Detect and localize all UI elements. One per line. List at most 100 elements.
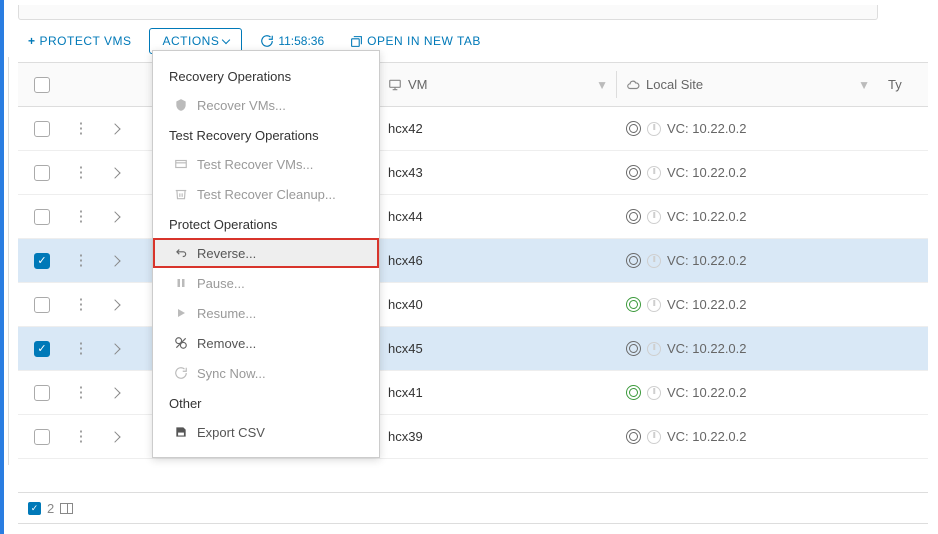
menu-item-remove-label: Remove... xyxy=(197,336,256,351)
power-icon xyxy=(647,166,661,180)
status-icon xyxy=(626,341,641,356)
plus-icon xyxy=(28,34,36,48)
table-footer: ✓ 2 xyxy=(18,492,928,524)
status-icon xyxy=(626,429,641,444)
actions-label: ACTIONS xyxy=(162,34,219,48)
row-checkbox[interactable] xyxy=(34,165,50,181)
power-icon xyxy=(647,254,661,268)
row-checkbox[interactable] xyxy=(34,385,50,401)
menu-item-recover-vms: Recover VMs... xyxy=(153,90,379,120)
menu-item-sync-now-label: Sync Now... xyxy=(197,366,266,381)
vm-name: hcx44 xyxy=(388,209,423,224)
filter-icon[interactable]: ▼ xyxy=(858,78,870,92)
sync-icon xyxy=(173,365,189,381)
menu-section-protect: Protect Operations xyxy=(153,209,379,238)
column-header-type-label: Ty xyxy=(888,77,902,92)
menu-item-resume-label: Resume... xyxy=(197,306,256,321)
menu-item-test-recover-cleanup-label: Test Recover Cleanup... xyxy=(197,187,336,202)
export-icon xyxy=(173,424,189,440)
columns-icon[interactable] xyxy=(60,503,73,514)
power-icon xyxy=(647,386,661,400)
trash-icon xyxy=(173,186,189,202)
test-recover-icon xyxy=(173,156,189,172)
vm-name: hcx43 xyxy=(388,165,423,180)
status-icon xyxy=(626,209,641,224)
site-label: VC: 10.22.0.2 xyxy=(667,341,747,356)
chevron-right-icon[interactable] xyxy=(109,387,120,398)
power-icon xyxy=(647,210,661,224)
select-all-checkbox[interactable] xyxy=(34,77,50,93)
remove-icon xyxy=(173,335,189,351)
row-checkbox[interactable]: ✓ xyxy=(34,341,50,357)
kebab-icon[interactable]: ⋮ xyxy=(74,253,89,268)
menu-section-other: Other xyxy=(153,388,379,417)
menu-item-recover-vms-label: Recover VMs... xyxy=(197,98,286,113)
vm-name: hcx39 xyxy=(388,429,423,444)
actions-dropdown: Recovery Operations Recover VMs... Test … xyxy=(152,50,380,458)
column-header-local-site-label: Local Site xyxy=(646,77,703,92)
site-label: VC: 10.22.0.2 xyxy=(667,297,747,312)
menu-section-recovery: Recovery Operations xyxy=(153,61,379,90)
protect-vms-button[interactable]: PROTECT VMS xyxy=(20,29,139,53)
site-label: VC: 10.22.0.2 xyxy=(667,121,747,136)
top-panel-border xyxy=(18,5,878,20)
menu-item-export-csv[interactable]: Export CSV xyxy=(153,417,379,447)
chevron-right-icon[interactable] xyxy=(109,167,120,178)
vm-name: hcx41 xyxy=(388,385,423,400)
menu-item-export-csv-label: Export CSV xyxy=(197,425,265,440)
reverse-icon xyxy=(173,245,189,261)
vm-name: hcx45 xyxy=(388,341,423,356)
status-icon xyxy=(626,297,641,312)
chevron-right-icon[interactable] xyxy=(109,299,120,310)
chevron-down-icon xyxy=(222,36,230,44)
menu-item-remove[interactable]: Remove... xyxy=(153,328,379,358)
column-header-type[interactable]: Ty xyxy=(888,77,928,92)
row-checkbox[interactable]: ✓ xyxy=(34,253,50,269)
power-icon xyxy=(647,430,661,444)
column-header-vm[interactable]: VM ▼ xyxy=(388,77,626,92)
menu-item-test-recover-vms-label: Test Recover VMs... xyxy=(197,157,313,172)
cloud-header-icon xyxy=(626,78,640,92)
vm-name: hcx42 xyxy=(388,121,423,136)
filter-icon[interactable]: ▼ xyxy=(596,78,608,92)
status-icon xyxy=(626,121,641,136)
vm-name: hcx46 xyxy=(388,253,423,268)
menu-item-reverse[interactable]: Reverse... xyxy=(153,238,379,268)
kebab-icon[interactable]: ⋮ xyxy=(74,429,89,444)
site-label: VC: 10.22.0.2 xyxy=(667,253,747,268)
refresh-time-label: 11:58:36 xyxy=(278,34,324,48)
kebab-icon[interactable]: ⋮ xyxy=(74,165,89,180)
chevron-right-icon[interactable] xyxy=(109,255,120,266)
row-checkbox[interactable] xyxy=(34,209,50,225)
kebab-icon[interactable]: ⋮ xyxy=(74,121,89,136)
pause-icon xyxy=(173,275,189,291)
chevron-right-icon[interactable] xyxy=(109,123,120,134)
menu-item-test-recover-vms: Test Recover VMs... xyxy=(153,149,379,179)
power-icon xyxy=(647,342,661,356)
status-icon xyxy=(626,165,641,180)
site-label: VC: 10.22.0.2 xyxy=(667,165,747,180)
kebab-icon[interactable]: ⋮ xyxy=(74,341,89,356)
power-icon xyxy=(647,122,661,136)
column-header-local-site[interactable]: Local Site ▼ xyxy=(626,77,888,92)
row-checkbox[interactable] xyxy=(34,121,50,137)
status-icon xyxy=(626,385,641,400)
footer-selected-count: 2 xyxy=(47,501,54,516)
vm-header-icon xyxy=(388,78,402,92)
menu-section-test-recovery: Test Recovery Operations xyxy=(153,120,379,149)
footer-selected-icon: ✓ xyxy=(28,502,41,515)
kebab-icon[interactable]: ⋮ xyxy=(74,297,89,312)
status-icon xyxy=(626,253,641,268)
shield-icon xyxy=(173,97,189,113)
kebab-icon[interactable]: ⋮ xyxy=(74,385,89,400)
row-checkbox[interactable] xyxy=(34,297,50,313)
kebab-icon[interactable]: ⋮ xyxy=(74,209,89,224)
menu-item-pause: Pause... xyxy=(153,268,379,298)
menu-item-pause-label: Pause... xyxy=(197,276,245,291)
chevron-right-icon[interactable] xyxy=(109,343,120,354)
chevron-right-icon[interactable] xyxy=(109,431,120,442)
row-checkbox[interactable] xyxy=(34,429,50,445)
menu-item-reverse-label: Reverse... xyxy=(197,246,256,261)
chevron-right-icon[interactable] xyxy=(109,211,120,222)
power-icon xyxy=(647,298,661,312)
